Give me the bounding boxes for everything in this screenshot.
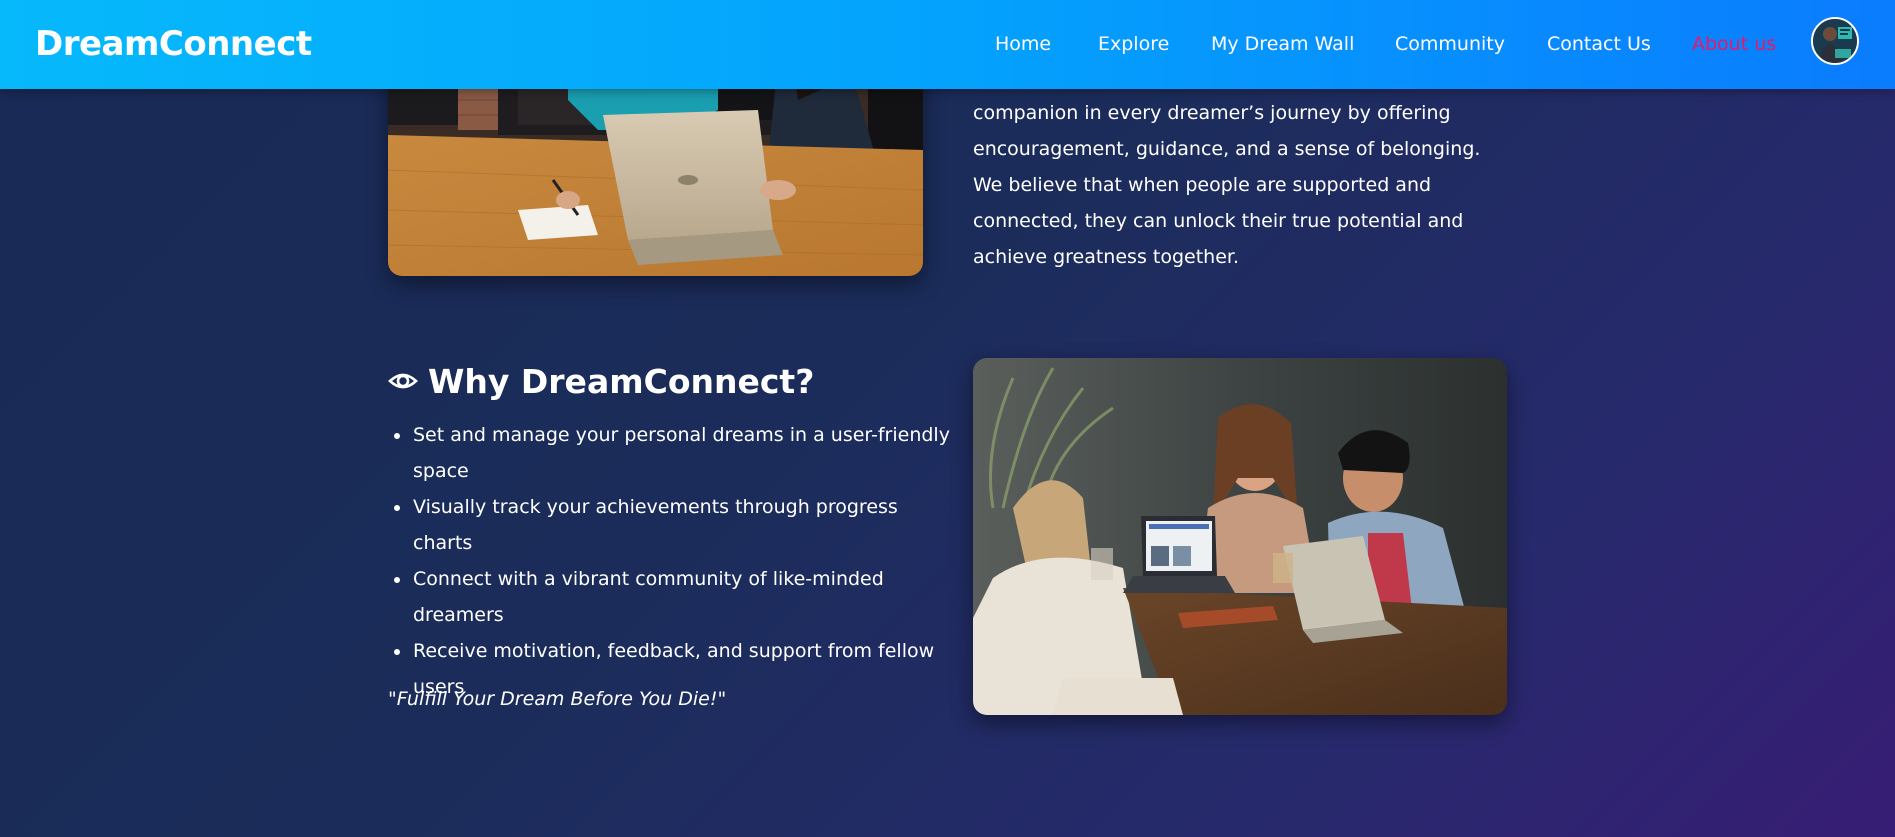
nav-link-explore[interactable]: Explore xyxy=(1098,0,1169,89)
nav-link-contact-us[interactable]: Contact Us xyxy=(1547,0,1651,89)
nav-links: Home Explore My Dream Wall Community Con… xyxy=(980,0,1800,89)
feature-list: Set and manage your personal dreams in a… xyxy=(388,417,952,705)
eye-icon xyxy=(388,366,418,396)
list-item: Visually track your achievements through… xyxy=(412,489,952,561)
nav-link-home[interactable]: Home xyxy=(995,0,1051,89)
brand-logo[interactable]: DreamConnect xyxy=(35,0,312,89)
nav-link-my-dream-wall[interactable]: My Dream Wall xyxy=(1211,0,1354,89)
list-item: Set and manage your personal dreams in a… xyxy=(412,417,952,489)
why-title: Why DreamConnect? xyxy=(428,361,815,401)
top-navbar: DreamConnect Home Explore My Dream Wall … xyxy=(0,0,1895,89)
list-item: Connect with a vibrant community of like… xyxy=(412,561,952,633)
why-section-heading: Why DreamConnect? xyxy=(388,356,814,406)
nav-link-about-us[interactable]: About us xyxy=(1692,0,1776,89)
user-avatar-icon[interactable] xyxy=(1811,17,1859,65)
nav-link-community[interactable]: Community xyxy=(1395,0,1505,89)
community-photo xyxy=(973,358,1507,715)
tagline-quote: "Fulfill Your Dream Before You Die!" xyxy=(388,688,727,710)
mission-paragraph: companion in every dreamer’s journey by … xyxy=(973,102,1481,268)
